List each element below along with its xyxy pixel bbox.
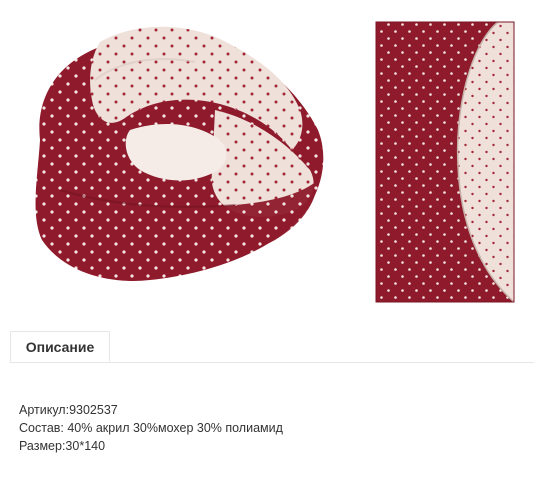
snood-flat-view <box>375 21 515 303</box>
snood-twisted-view <box>35 26 324 281</box>
tabs-bar: Описание <box>10 331 534 363</box>
tab-description[interactable]: Описание <box>10 331 110 362</box>
composition: Состав: 40% акрил 30%мохер 30% полиамид <box>19 421 283 435</box>
product-description: Артикул:9302537 Состав: 40% акрил 30%мох… <box>19 401 283 455</box>
product-image <box>0 0 534 318</box>
size: Размер:30*140 <box>19 439 106 453</box>
article-number: Артикул:9302537 <box>19 403 118 417</box>
